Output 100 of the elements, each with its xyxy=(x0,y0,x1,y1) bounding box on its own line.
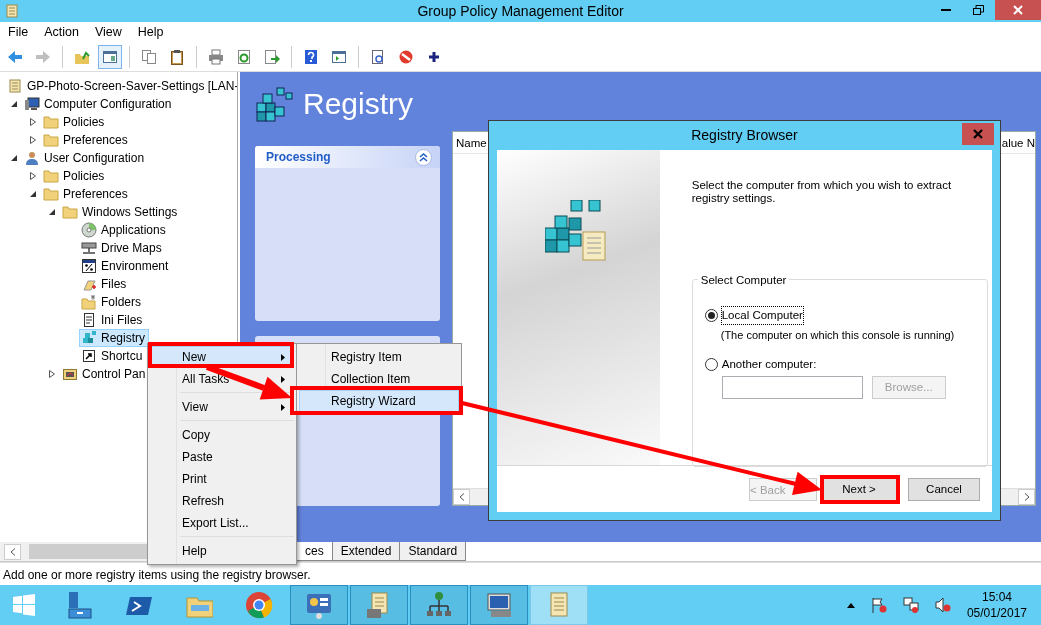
collapse-arrow-icon[interactable] xyxy=(11,154,18,162)
taskbar-app-button[interactable] xyxy=(290,585,348,625)
notepad-icon xyxy=(81,312,97,328)
control-panel-icon xyxy=(62,366,78,382)
chevron-left-icon xyxy=(9,547,16,556)
radio-button[interactable]: Another computer: xyxy=(704,355,817,373)
dialog-button[interactable]: Cancel xyxy=(908,478,980,501)
collapse-arrow-icon[interactable] xyxy=(30,190,37,198)
taskbar-app-button[interactable] xyxy=(410,585,468,625)
left-arrow-icon xyxy=(7,49,23,65)
submenu-arrow-icon xyxy=(281,375,285,383)
dashboard-icon xyxy=(305,591,333,619)
menu-item[interactable]: Registry Wizard xyxy=(299,390,459,412)
scroll-left-button[interactable] xyxy=(453,489,470,505)
submenu-arrow-icon xyxy=(281,353,285,361)
tree-item[interactable]: Applications xyxy=(79,221,170,239)
clipboard-icon xyxy=(169,49,185,65)
windows-logo-icon xyxy=(13,594,35,616)
menu-item[interactable]: View xyxy=(150,396,294,418)
help-icon xyxy=(303,49,319,65)
tree-item[interactable]: Ini Files xyxy=(79,311,147,329)
scroll-icon xyxy=(7,78,23,94)
view-tab[interactable]: Standard xyxy=(399,542,467,561)
tree-item[interactable]: Policies xyxy=(41,167,109,185)
tree-item[interactable]: Control Pan xyxy=(60,365,150,383)
tree-item[interactable]: Environment xyxy=(79,257,173,275)
menu-item[interactable]: Action xyxy=(36,22,87,43)
copy-icon xyxy=(141,49,157,65)
scrollbar-thumb[interactable] xyxy=(29,544,149,559)
network-icon xyxy=(902,597,919,613)
instruction-text: Select the computer from which you wish to extract registry settings. xyxy=(691,179,953,205)
tree-item[interactable]: Preferences xyxy=(41,131,132,149)
view-tab[interactable]: Extended xyxy=(331,542,401,561)
menu-item[interactable]: Refresh xyxy=(150,490,294,512)
collapse-arrow-icon[interactable] xyxy=(49,208,56,216)
dialog-title: Registry Browser xyxy=(690,126,799,145)
folder-icon xyxy=(43,186,59,202)
close-icon xyxy=(973,129,983,139)
computer-icon xyxy=(24,96,40,112)
scroll-right-button[interactable] xyxy=(1018,489,1035,505)
show-tree-button[interactable] xyxy=(98,45,122,69)
expand-arrow-icon[interactable] xyxy=(49,370,55,378)
folder-icon xyxy=(62,204,78,220)
tree-item[interactable]: User Configuration xyxy=(22,149,149,167)
shortcut-icon xyxy=(81,348,97,364)
tree-item[interactable]: Files xyxy=(79,275,131,293)
collapse-arrow-icon[interactable] xyxy=(11,100,18,108)
menu-item[interactable]: Registry Item xyxy=(299,346,459,368)
menu-item[interactable]: Copy xyxy=(150,424,294,446)
menu-item[interactable]: Help xyxy=(129,22,172,43)
page-title: Registry xyxy=(303,86,414,122)
collapse-button[interactable] xyxy=(415,148,432,166)
tree-item[interactable]: Shortcu xyxy=(79,347,147,365)
radio-button[interactable]: Local Computer xyxy=(704,307,803,325)
tree-item[interactable]: Computer Configuration xyxy=(22,95,176,113)
clock-time: 15:04 xyxy=(980,589,1013,605)
close-button[interactable] xyxy=(995,0,1041,20)
menu-item[interactable]: View xyxy=(86,22,130,43)
tree-item[interactable]: Policies xyxy=(41,113,109,131)
panel-title: Processing xyxy=(266,149,331,166)
expand-arrow-icon[interactable] xyxy=(30,136,36,144)
right-arrow-icon xyxy=(35,49,51,65)
drive-icon xyxy=(81,240,97,256)
expand-arrow-icon[interactable] xyxy=(30,118,36,126)
folder-icon xyxy=(74,49,90,65)
tree-item[interactable]: Windows Settings xyxy=(60,203,182,221)
scroll-left-button[interactable] xyxy=(4,543,21,560)
column-header[interactable]: alue N xyxy=(1001,132,1035,153)
chevron-left-icon xyxy=(458,493,465,501)
menu-item[interactable]: Print xyxy=(150,468,294,490)
menu-item[interactable]: Export List... xyxy=(150,512,294,534)
window-title: Group Policy Management Editor xyxy=(416,2,625,21)
menu-item[interactable]: Collection Item xyxy=(299,368,459,390)
close-button[interactable] xyxy=(962,123,994,145)
menu-item[interactable]: File xyxy=(0,22,37,43)
tree-item[interactable]: Preferences xyxy=(41,185,132,203)
window-icon xyxy=(102,49,118,65)
tree-item[interactable]: GP-Photo-Screen-Saver-Settings [LAN- xyxy=(5,77,237,95)
flag-icon xyxy=(870,597,887,613)
stop-icon xyxy=(398,49,414,65)
folder-icon xyxy=(81,294,97,310)
taskbar-app-button[interactable] xyxy=(470,585,528,625)
tree-item[interactable]: Registry xyxy=(79,329,149,347)
menu-item[interactable]: Paste xyxy=(150,446,294,468)
network-icon xyxy=(425,591,453,619)
browser-icon xyxy=(245,591,273,619)
server-icon xyxy=(65,591,93,619)
percent-icon xyxy=(81,258,97,274)
muted-speaker-icon xyxy=(934,597,951,613)
cubes-icon xyxy=(81,330,97,346)
tree-item[interactable]: Folders xyxy=(79,293,145,311)
close-icon xyxy=(1013,5,1023,15)
column-header[interactable]: Name xyxy=(453,132,490,153)
taskbar-app-button[interactable] xyxy=(350,585,408,625)
tree-item[interactable]: Drive Maps xyxy=(79,239,166,257)
menu-item[interactable]: All Tasks xyxy=(150,368,294,390)
minimize-icon xyxy=(940,9,951,11)
menu-item[interactable]: Help xyxy=(150,540,294,562)
expand-arrow-icon[interactable] xyxy=(30,172,36,180)
folder-icon xyxy=(43,114,59,130)
